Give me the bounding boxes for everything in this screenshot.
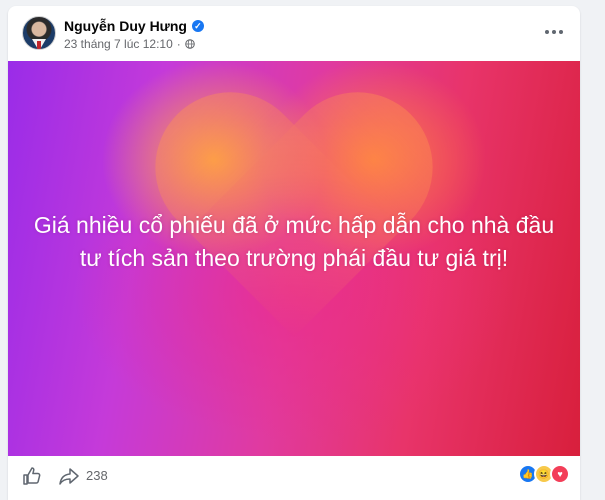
- dot-icon: [545, 30, 549, 34]
- post-text: Giá nhiều cổ phiếu đã ở mức hấp dẫn cho …: [33, 212, 555, 271]
- share-count[interactable]: 238: [86, 468, 108, 483]
- dot-icon: [559, 30, 563, 34]
- avatar-tie: [37, 41, 41, 49]
- reaction-summary[interactable]: 👍 😆 ♥: [518, 464, 570, 484]
- verified-badge-icon: ✓: [191, 20, 204, 32]
- author-name[interactable]: Nguyễn Duy Hưng: [64, 18, 187, 34]
- share-icon[interactable]: [58, 466, 80, 486]
- post-actions-bar: 238 👍 😆 ♥: [8, 458, 580, 494]
- meta-separator: ·: [176, 37, 181, 51]
- like-icon[interactable]: [22, 466, 42, 486]
- more-options-button[interactable]: [542, 22, 566, 42]
- love-reaction-icon: ♥: [550, 464, 570, 484]
- post-timestamp[interactable]: 23 tháng 7 lúc 12:10: [64, 37, 173, 51]
- post-header: Nguyễn Duy Hưng ✓ 23 tháng 7 lúc 12:10 ·: [8, 6, 580, 61]
- globe-icon[interactable]: [184, 39, 195, 49]
- dot-icon: [552, 30, 556, 34]
- post-background-image[interactable]: Giá nhiều cổ phiếu đã ở mức hấp dẫn cho …: [8, 61, 580, 456]
- comment-preview-cutoff: [22, 494, 142, 500]
- author-avatar[interactable]: [22, 16, 56, 50]
- post-card: Nguyễn Duy Hưng ✓ 23 tháng 7 lúc 12:10 ·…: [8, 6, 580, 500]
- post-meta: 23 tháng 7 lúc 12:10 ·: [64, 37, 195, 51]
- author-name-row: Nguyễn Duy Hưng ✓: [64, 18, 204, 34]
